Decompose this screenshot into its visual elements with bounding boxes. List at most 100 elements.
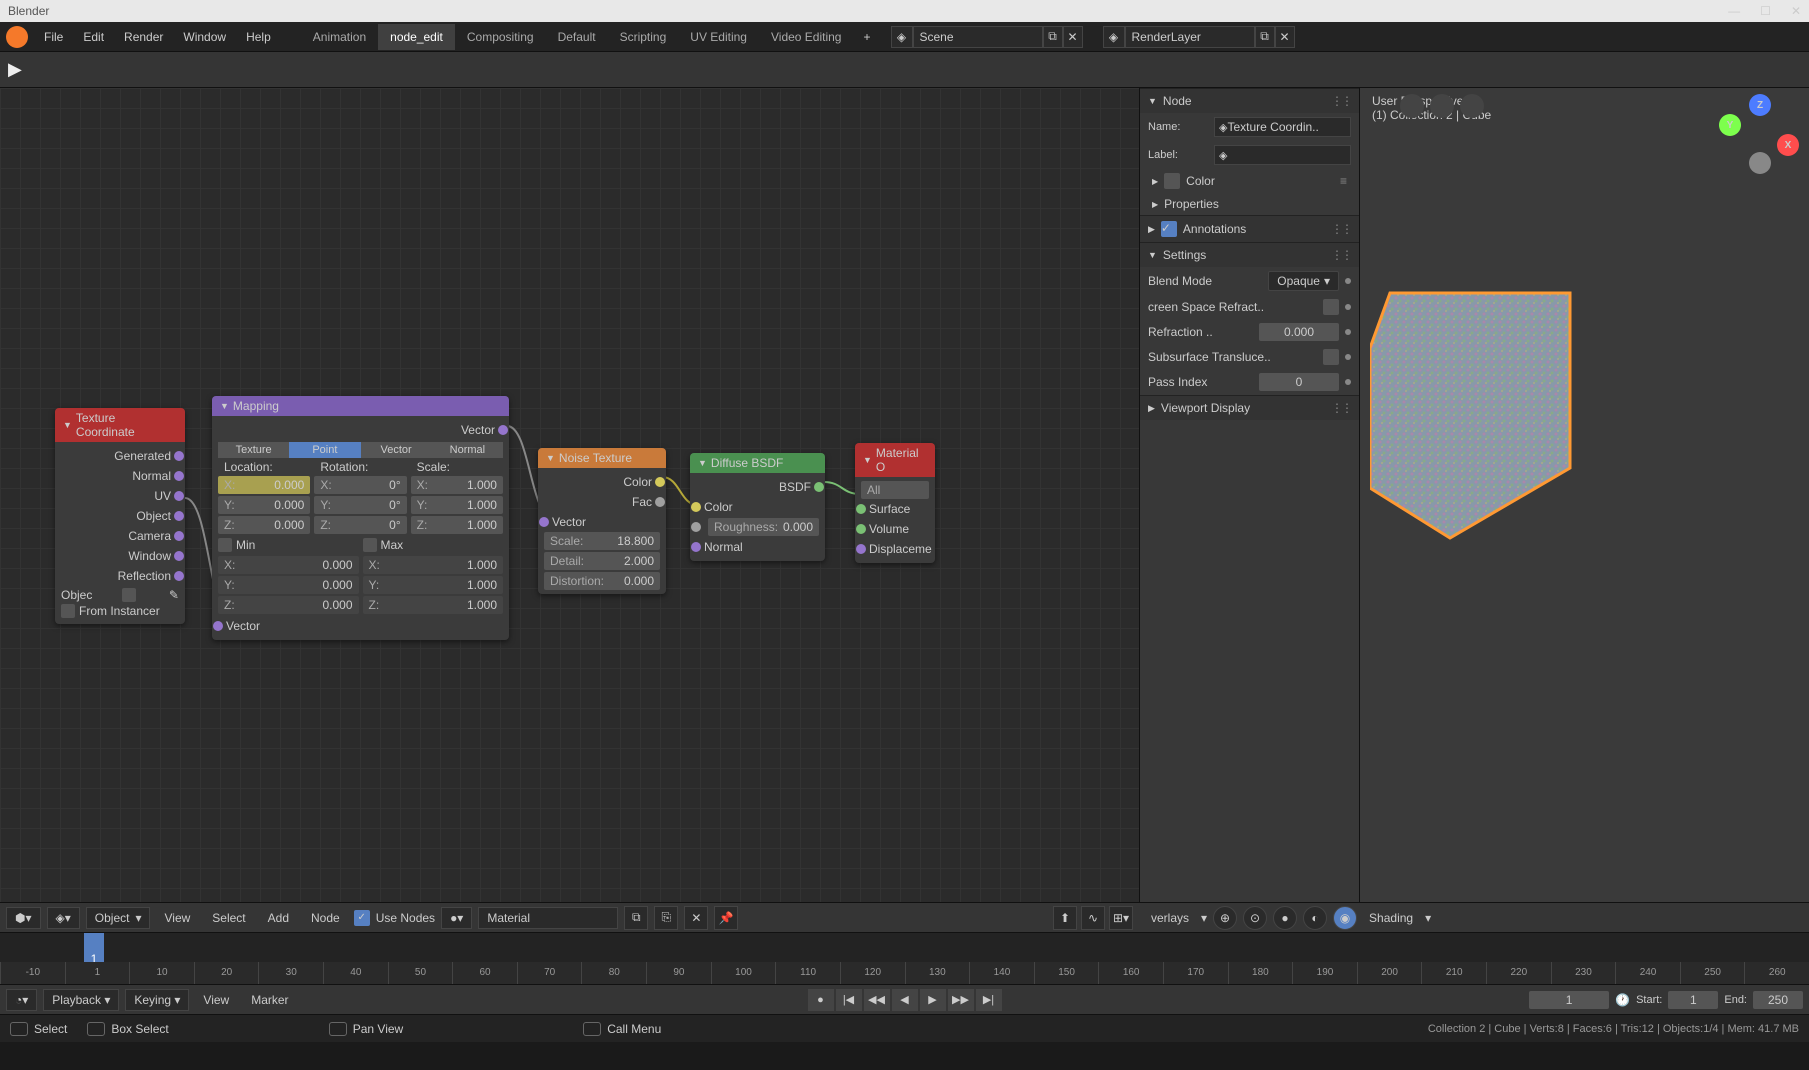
shading-wireframe-button[interactable]: ⊙: [1243, 906, 1267, 930]
current-frame-input[interactable]: 1: [1529, 991, 1609, 1009]
pin-button[interactable]: 📌: [714, 906, 738, 930]
viewport-camera-icon[interactable]: [1400, 94, 1424, 118]
scale-x-input[interactable]: X:1.000: [411, 476, 503, 494]
node-label-input[interactable]: ◈: [1214, 145, 1351, 165]
keying-dropdown[interactable]: Keying ▾: [125, 989, 189, 1011]
clock-icon[interactable]: 🕐: [1615, 993, 1630, 1007]
timeline-tick[interactable]: 80: [581, 962, 646, 984]
renderlayer-name-input[interactable]: [1125, 26, 1255, 48]
menu-add[interactable]: Add: [260, 911, 297, 925]
location-z-input[interactable]: Z:0.000: [218, 516, 310, 534]
mapping-tab-point[interactable]: Point: [289, 442, 360, 458]
keyframe-prev-button[interactable]: ◀◀: [864, 989, 890, 1011]
viewport-pan-icon[interactable]: [1430, 94, 1454, 118]
timeline-tick[interactable]: 170: [1163, 962, 1228, 984]
timeline-tick[interactable]: 220: [1486, 962, 1551, 984]
workspace-tab-animation[interactable]: Animation: [301, 24, 378, 50]
object-checkbox[interactable]: [122, 588, 136, 602]
timeline-tick[interactable]: 120: [840, 962, 905, 984]
scene-name-input[interactable]: [913, 26, 1043, 48]
timeline-tick[interactable]: 250: [1680, 962, 1745, 984]
keyframe-next-button[interactable]: ▶▶: [948, 989, 974, 1011]
mapping-tab-normal[interactable]: Normal: [432, 442, 503, 458]
renderlayer-copy-button[interactable]: ⧉: [1255, 26, 1275, 48]
workspace-tab-default[interactable]: Default: [546, 24, 608, 50]
jump-start-button[interactable]: |◀: [836, 989, 862, 1011]
max-checkbox[interactable]: [363, 538, 377, 552]
menu-render[interactable]: Render: [114, 24, 173, 50]
timeline-ruler[interactable]: -101102030405060708090100110120130140150…: [0, 962, 1809, 984]
timeline-tick[interactable]: -10: [0, 962, 65, 984]
node-texture-coordinate[interactable]: ▼Texture Coordinate Generated Normal UV …: [55, 408, 185, 624]
workspace-tab-scripting[interactable]: Scripting: [608, 24, 679, 50]
material-name-field[interactable]: Material: [478, 907, 618, 929]
timeline[interactable]: 1 -1011020304050607080901001101201301401…: [0, 932, 1809, 984]
passindex-input[interactable]: 0: [1259, 373, 1339, 391]
workspace-tab-videoediting[interactable]: Video Editing: [759, 24, 854, 50]
refraction-input[interactable]: 0.000: [1259, 323, 1339, 341]
timeline-tick[interactable]: 230: [1551, 962, 1616, 984]
axis-x-icon[interactable]: X: [1777, 134, 1799, 156]
start-frame-input[interactable]: 1: [1668, 991, 1718, 1009]
node-editor-canvas[interactable]: ▼Texture Coordinate Generated Normal UV …: [0, 88, 1139, 932]
ssr-checkbox[interactable]: [1323, 299, 1339, 315]
node-name-input[interactable]: ◈ Texture Coordin..: [1214, 117, 1351, 137]
timeline-tick[interactable]: 10: [129, 962, 194, 984]
workspace-tab-uvediting[interactable]: UV Editing: [678, 24, 759, 50]
parent-node-button[interactable]: ⬆: [1053, 906, 1077, 930]
material-new-button[interactable]: ⎘: [654, 906, 678, 930]
chevron-down-icon[interactable]: ▾: [1425, 911, 1431, 925]
workspace-tab-node-edit[interactable]: node_edit: [378, 24, 455, 50]
scene-browse-icon[interactable]: ◈: [891, 26, 913, 48]
menu-view-timeline[interactable]: View: [195, 993, 237, 1007]
menu-window[interactable]: Window: [173, 24, 236, 50]
output-target-dropdown[interactable]: All: [861, 481, 929, 499]
list-icon[interactable]: ≡: [1340, 174, 1347, 188]
timeline-tick[interactable]: 200: [1357, 962, 1422, 984]
shading-solid-button[interactable]: ●: [1273, 906, 1297, 930]
object-mode-dropdown[interactable]: Object ▾: [86, 907, 151, 929]
min-z-input[interactable]: Z:0.000: [218, 596, 359, 614]
3d-viewport[interactable]: User Perspective (1) Collection 2 | Cube…: [1359, 88, 1809, 932]
record-button[interactable]: ●: [808, 989, 834, 1011]
node-mapping[interactable]: ▼Mapping Vector Texture Point Vector Nor…: [212, 396, 509, 640]
timeline-tick[interactable]: 130: [905, 962, 970, 984]
material-copy-button[interactable]: ⧉: [624, 906, 648, 930]
axis-y-icon[interactable]: Y: [1719, 114, 1741, 136]
timeline-tick[interactable]: 70: [517, 962, 582, 984]
menu-edit[interactable]: Edit: [73, 24, 114, 50]
blend-mode-dropdown[interactable]: Opaque▾: [1268, 271, 1339, 291]
rotation-z-input[interactable]: Z:0°: [314, 516, 406, 534]
timeline-tick[interactable]: 100: [711, 962, 776, 984]
blender-logo-icon[interactable]: [6, 26, 28, 48]
timeline-editor-dropdown[interactable]: ◔▾: [6, 989, 37, 1011]
renderlayer-delete-button[interactable]: ✕: [1275, 26, 1295, 48]
menu-file[interactable]: File: [34, 24, 73, 50]
axis-neg-z-icon[interactable]: [1749, 152, 1771, 174]
section-node[interactable]: ▼Node⋮⋮: [1140, 88, 1359, 113]
timeline-tick[interactable]: 1: [65, 962, 130, 984]
node-material-output[interactable]: ▼Material O All Surface Volume Displacem…: [855, 443, 935, 563]
timeline-tick[interactable]: 20: [194, 962, 259, 984]
timeline-tick[interactable]: 60: [452, 962, 517, 984]
timeline-tick[interactable]: 180: [1228, 962, 1293, 984]
timeline-tick[interactable]: 160: [1098, 962, 1163, 984]
subsection-properties[interactable]: ▶Properties: [1140, 193, 1359, 215]
noise-detail-input[interactable]: Detail:2.000: [544, 552, 660, 570]
timeline-tick[interactable]: 190: [1292, 962, 1357, 984]
menu-marker[interactable]: Marker: [243, 993, 296, 1007]
orientation-gizmo[interactable]: Z Y X: [1719, 94, 1799, 174]
add-workspace-button[interactable]: +: [853, 24, 880, 50]
jump-end-button[interactable]: ▶|: [976, 989, 1002, 1011]
shading-matprev-button[interactable]: ◐: [1303, 906, 1327, 930]
subsection-color[interactable]: ▶Color≡: [1140, 169, 1359, 193]
viewport-zoom-icon[interactable]: [1460, 94, 1484, 118]
snap-button[interactable]: ∿: [1081, 906, 1105, 930]
renderlayer-browse-icon[interactable]: ◈: [1103, 26, 1125, 48]
material-delete-button[interactable]: ✕: [684, 906, 708, 930]
timeline-tick[interactable]: 30: [258, 962, 323, 984]
window-minimize-icon[interactable]: —: [1728, 4, 1740, 18]
roughness-input[interactable]: Roughness:0.000: [708, 518, 819, 536]
section-viewport-display[interactable]: ▶Viewport Display⋮⋮: [1140, 395, 1359, 420]
workspace-tab-compositing[interactable]: Compositing: [455, 24, 546, 50]
